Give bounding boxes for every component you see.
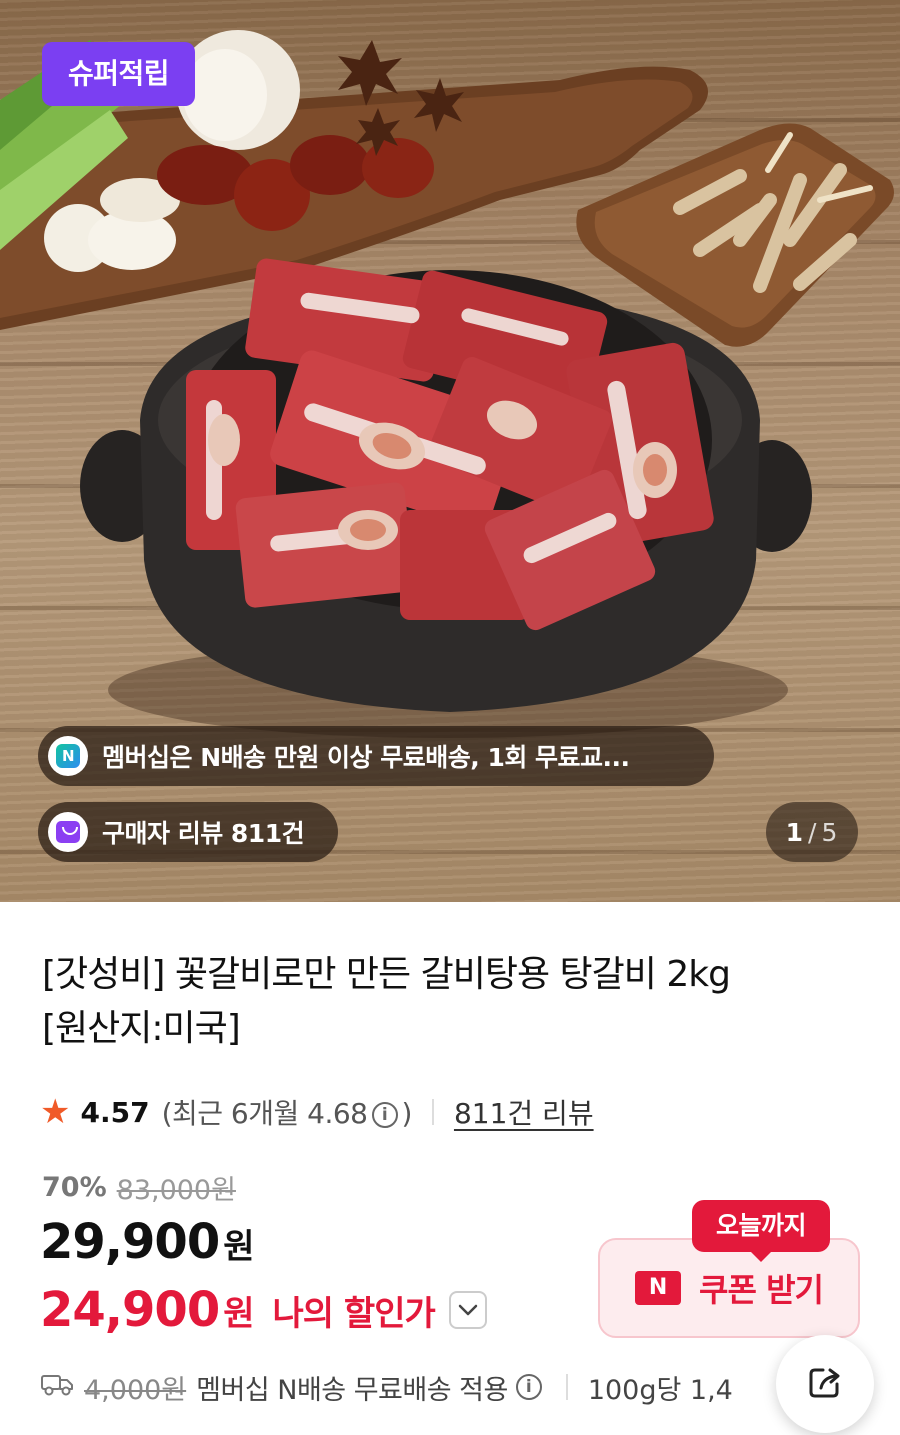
unit-price: 100g당 1,4 (587, 1374, 733, 1406)
truck-icon (40, 1371, 74, 1404)
buyer-review-text: 구매자 리뷰 811건 (102, 819, 305, 848)
recent-rating-close: ) (401, 1097, 413, 1130)
rating-score: 4.57 (80, 1095, 150, 1129)
info-icon[interactable]: i (371, 1102, 398, 1128)
image-page-counter: 1 / 5 (766, 802, 858, 862)
my-price-label: 나의 할인가 (272, 1293, 436, 1334)
product-title-line2: [원산지:미국] (42, 1008, 241, 1049)
discount-rate: 70% (42, 1172, 107, 1203)
get-coupon-button[interactable]: N 쿠폰 받기 (598, 1238, 860, 1338)
review-count-link[interactable]: 811건 리뷰 (454, 1092, 594, 1132)
my-price-unit: 원 (223, 1293, 255, 1334)
info-icon[interactable]: i (515, 1374, 542, 1400)
naver-coupon-icon: N (635, 1271, 682, 1305)
coupon-deadline-tag: 오늘까지 (692, 1200, 831, 1262)
image-total: 5 (821, 817, 839, 847)
my-discount-price[interactable]: 24,900 원 나의 할인가 (40, 1282, 487, 1338)
product-title-line1: [갓성비] 꽃갈비로만 만든 갈비탕용 탕갈비 2kg (42, 954, 731, 995)
sale-price-amount: 29,900 (40, 1214, 220, 1270)
share-icon (805, 1362, 845, 1406)
shipping-row: 4,000원 멤버십 N배송 무료배송 적용 i 100g당 1,4 (40, 1364, 900, 1410)
star-icon: ★ (40, 1092, 71, 1132)
recent-rating-text: (최근 6개월 4.68 (161, 1097, 368, 1130)
original-shipping-fee: 4,000원 (84, 1374, 187, 1406)
chevron-down-icon[interactable] (448, 1291, 487, 1329)
sale-price: 29,900 원 (40, 1214, 255, 1270)
divider (431, 1099, 434, 1125)
get-coupon-label: 쿠폰 받기 (699, 1271, 824, 1309)
shopping-bag-icon (48, 812, 88, 852)
super-points-badge: 슈퍼적립 (42, 42, 196, 106)
shipping-text: 멤버십 N배송 무료배송 적용 (196, 1374, 508, 1406)
naver-n-icon: N (48, 736, 88, 776)
recent-rating: (최근 6개월 4.68 i) (161, 1092, 413, 1132)
product-title: [갓성비] 꽃갈비로만 만든 갈비탕용 탕갈비 2kg [원산지:미국] (42, 948, 842, 1056)
rating-row: ★ 4.57 (최근 6개월 4.68 i) 811건 리뷰 (40, 1090, 594, 1134)
membership-shipping-notice[interactable]: N 멤버십은 N배송 만원 이상 무료배송, 1회 무료교... (38, 726, 714, 786)
image-index: 1 (785, 817, 805, 847)
divider (565, 1374, 568, 1400)
buyer-review-pill[interactable]: 구매자 리뷰 811건 (38, 802, 338, 862)
product-image-carousel[interactable]: 슈퍼적립 N 멤버십은 N배송 만원 이상 무료배송, 1회 무료교... 구매… (0, 0, 900, 902)
membership-notice-text: 멤버십은 N배송 만원 이상 무료배송, 1회 무료교... (102, 743, 630, 772)
share-button[interactable] (776, 1335, 874, 1433)
image-separator: / (808, 817, 818, 847)
original-price: 83,000원 (116, 1175, 236, 1206)
sale-price-unit: 원 (223, 1227, 255, 1267)
my-price-amount: 24,900 (40, 1282, 220, 1338)
discount-row: 70% 83,000원 (42, 1168, 236, 1207)
